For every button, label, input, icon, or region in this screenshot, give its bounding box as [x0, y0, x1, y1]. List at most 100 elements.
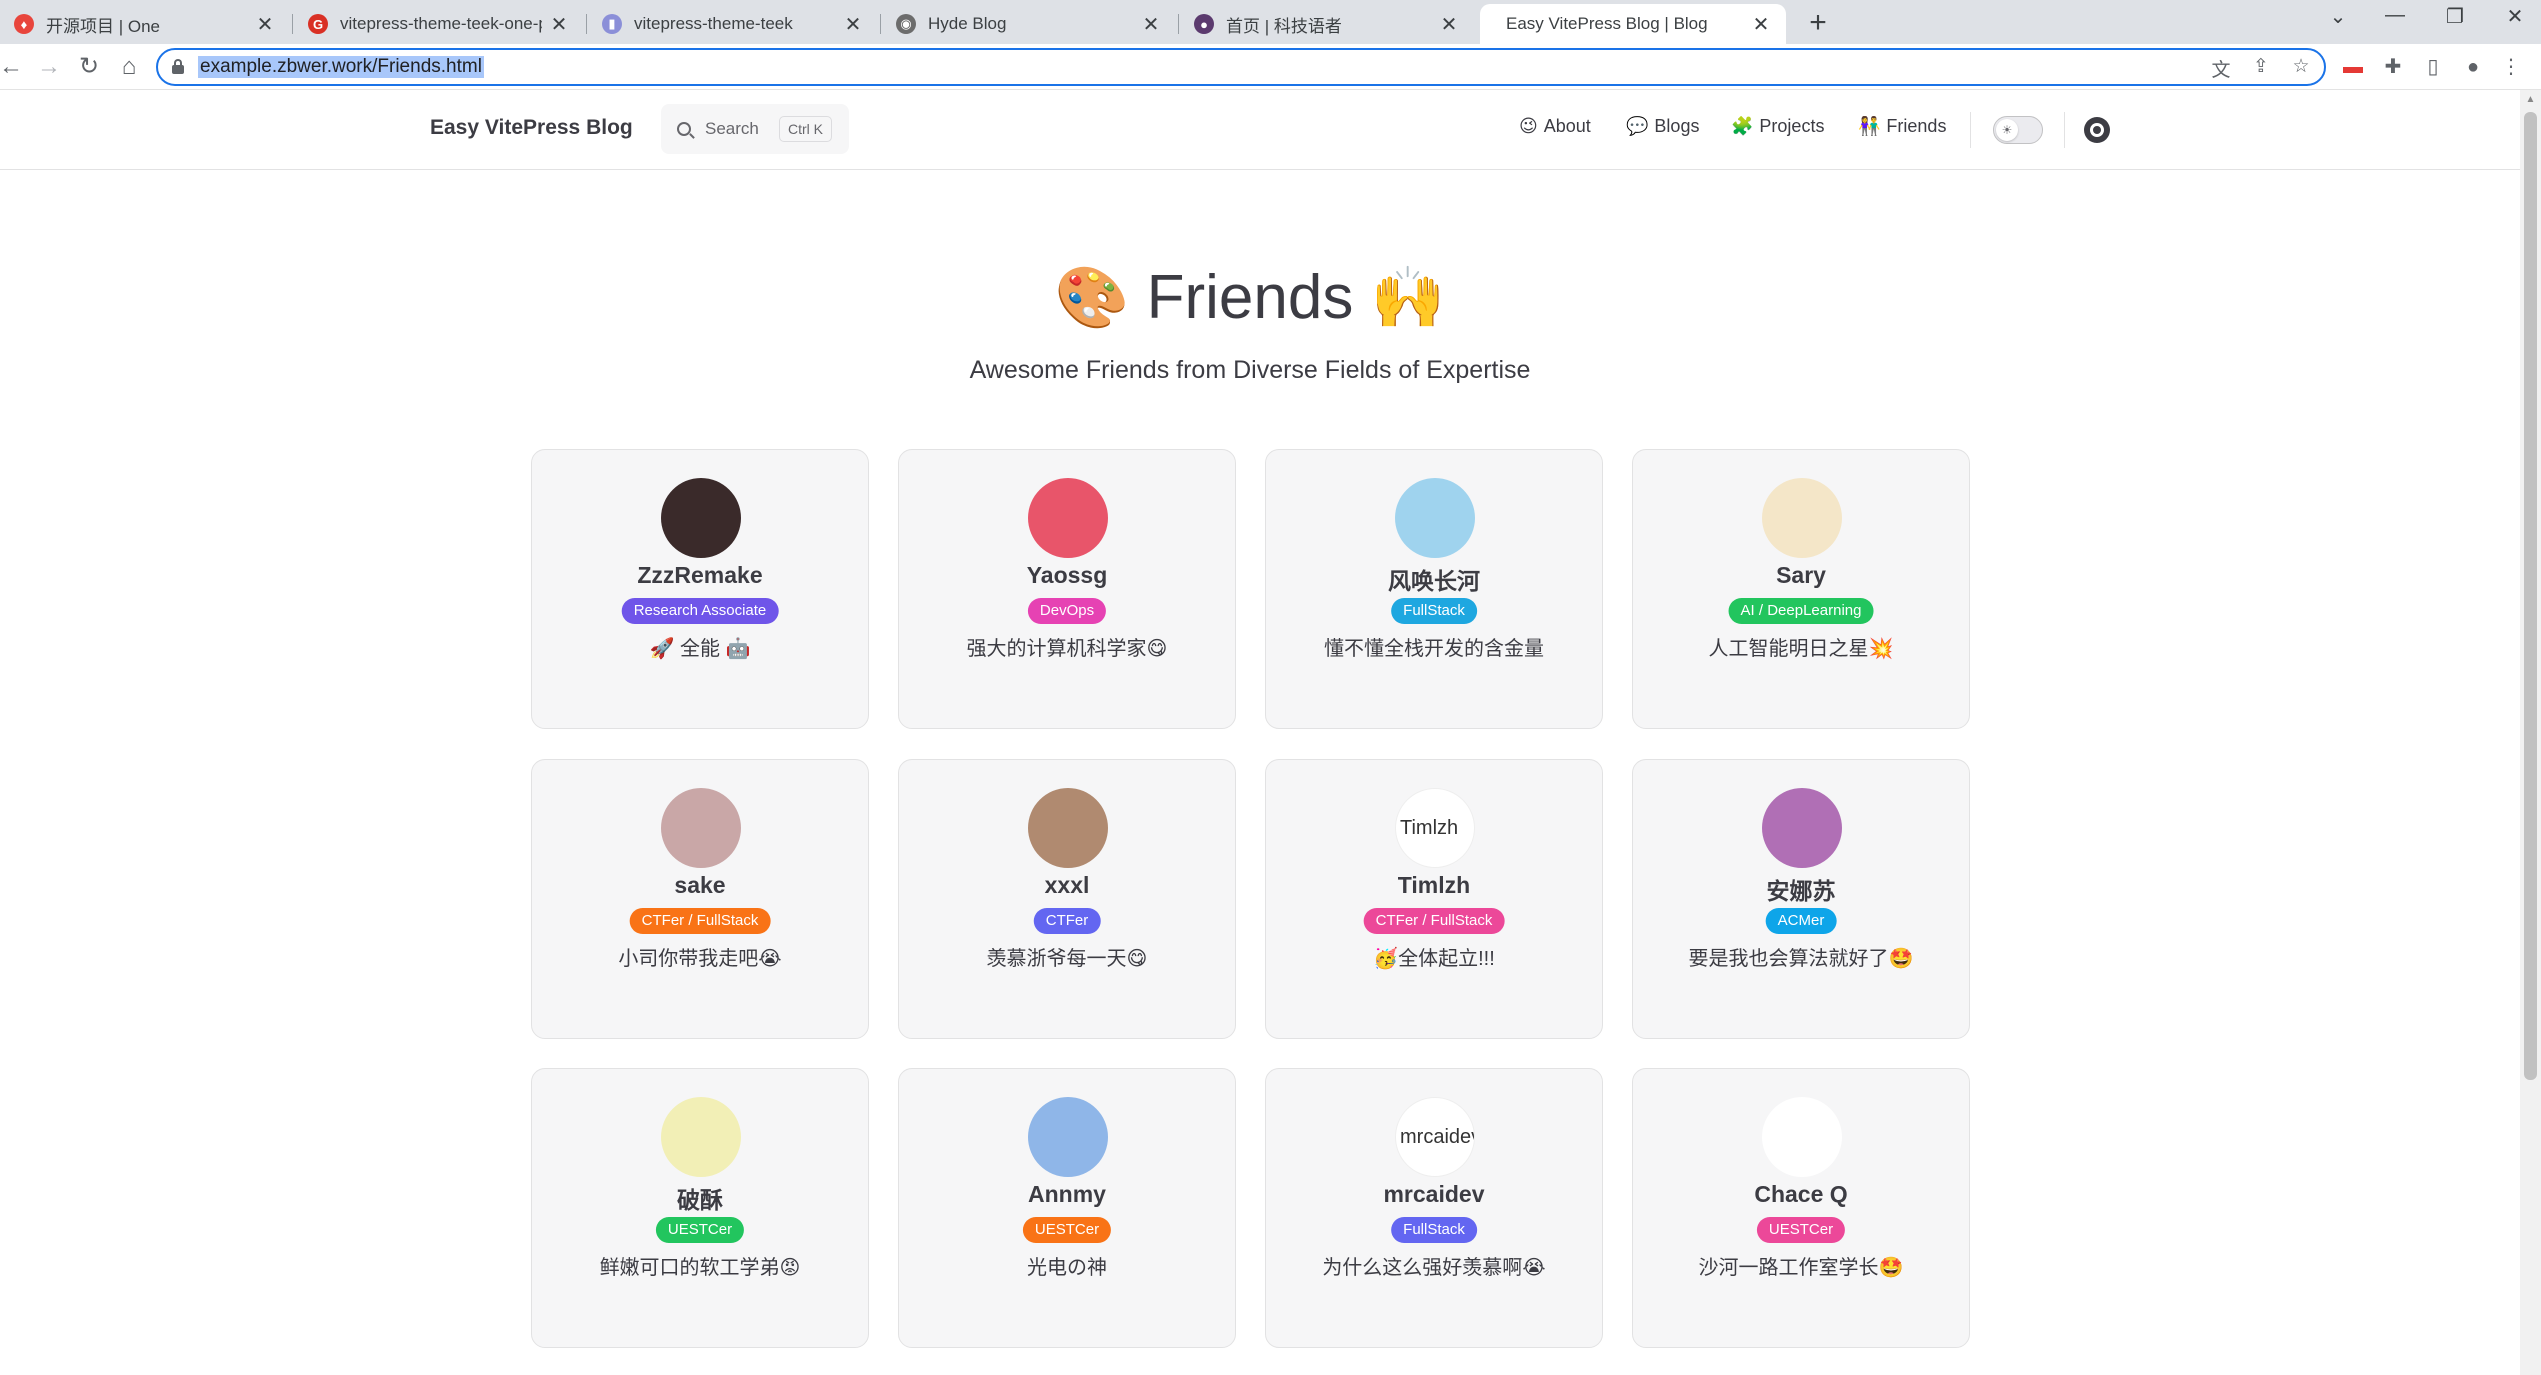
browser-tab-3[interactable]: ▮ vitepress-theme-teek ✕ [588, 4, 878, 44]
friend-description: 沙河一路工作室学长🤩 [1698, 1257, 1904, 1279]
profile-avatar-icon[interactable]: ● [2458, 52, 2488, 82]
scrollbar-thumb[interactable] [2524, 112, 2537, 1080]
friend-card[interactable]: 风唤长河 FullStack 懂不懂全栈开发的含金量 [1265, 449, 1603, 729]
nav-about[interactable]: 😉 About [1519, 116, 1591, 137]
browser-tab-1[interactable]: ♦ 开源项目 | One ✕ [0, 4, 290, 44]
tab-title: Easy VitePress Blog | Blog [1506, 14, 1708, 33]
back-arrow-icon[interactable]: ← [0, 50, 28, 84]
friend-card[interactable]: sake CTFer / FullStack 小司你带我走吧😭 [531, 759, 869, 1039]
side-panel-icon[interactable]: ▯ [2418, 52, 2448, 82]
wink-icon: 😉 [1519, 116, 1538, 136]
tab-close-icon[interactable]: ✕ [1438, 12, 1460, 37]
friend-avatar: mrcaidev [1395, 1097, 1475, 1177]
browser-menu-icon[interactable]: ⋮ [2496, 52, 2526, 82]
friend-name: sake [674, 872, 726, 898]
friend-card[interactable]: Chace Q UESTCer 沙河一路工作室学长🤩 [1632, 1068, 1970, 1348]
tab-close-icon[interactable]: ✕ [842, 12, 864, 37]
tab-title: Hyde Blog [928, 14, 1007, 33]
friend-card[interactable]: mrcaidev mrcaidev FullStack 为什么这么强好羡慕啊😭 [1265, 1068, 1603, 1348]
nav-blogs-label: Blogs [1654, 116, 1700, 136]
friend-description: 羡慕浙爷每一天😋 [986, 948, 1148, 970]
friend-description: 鲜嫩可口的软工学弟😡 [599, 1257, 801, 1279]
browser-tab-5[interactable]: ● 首页 | 科技语者 ✕ [1180, 4, 1474, 44]
home-icon[interactable]: ⌂ [112, 50, 146, 84]
speech-bubble-icon: 💬 [1626, 116, 1649, 136]
friend-tag: DevOps [1027, 598, 1107, 624]
nav-divider [1970, 112, 1971, 148]
friend-description: 为什么这么强好羡慕啊😭 [1322, 1257, 1546, 1279]
browser-tab-2[interactable]: G vitepress-theme-teek-one-pub ✕ [294, 4, 584, 44]
friend-card[interactable]: Yaossg DevOps 强大的计算机科学家😋 [898, 449, 1236, 729]
search-button[interactable]: Search Ctrl K [661, 104, 849, 154]
friend-card[interactable]: xxxl CTFer 羡慕浙爷每一天😋 [898, 759, 1236, 1039]
tab-close-icon[interactable]: ✕ [548, 12, 570, 37]
extensions-puzzle-icon[interactable]: ✚ [2378, 52, 2408, 82]
site-navbar: Easy VitePress Blog Search Ctrl K 😉 Abou… [0, 90, 2520, 170]
extension-red-icon[interactable]: ▬ [2338, 52, 2368, 82]
nav-projects-label: Projects [1759, 116, 1825, 136]
site-brand[interactable]: Easy VitePress Blog [430, 116, 633, 140]
nav-projects[interactable]: 🧩 Projects [1731, 116, 1824, 137]
friend-tag: CTFer [1033, 908, 1101, 934]
friend-tag: FullStack [1391, 598, 1477, 624]
friend-tag: ACMer [1765, 908, 1837, 934]
search-label: Search [705, 119, 759, 138]
friend-name: xxxl [1044, 872, 1090, 898]
translate-icon[interactable]: 文 [2208, 55, 2234, 82]
nav-friends[interactable]: 👫 Friends [1858, 116, 1946, 137]
search-icon [677, 122, 691, 136]
tab-favicon-icon: ◉ [896, 14, 916, 34]
browser-tab-4[interactable]: ◉ Hyde Blog ✕ [882, 4, 1176, 44]
reload-icon[interactable]: ↻ [72, 50, 106, 84]
tab-title: 开源项目 | One [46, 16, 160, 36]
friend-tag: CTFer / FullStack [1363, 908, 1505, 934]
friend-card[interactable]: 安娜苏 ACMer 要是我也会算法就好了🤩 [1632, 759, 1970, 1039]
friend-card[interactable]: Sary AI / DeepLearning 人工智能明日之星💥 [1632, 449, 1970, 729]
tab-title: 首页 | 科技语者 [1226, 16, 1342, 36]
tab-favicon-icon: ▮ [602, 14, 622, 34]
page-scrollbar[interactable]: ▲ [2520, 90, 2541, 1375]
window-close-icon[interactable]: ✕ [2495, 4, 2535, 29]
browser-tab-active[interactable]: Easy VitePress Blog | Blog ✕ [1480, 4, 1786, 44]
friend-avatar [661, 788, 741, 868]
tab-close-icon[interactable]: ✕ [1750, 12, 1772, 37]
friend-tag: UESTCer [1022, 1217, 1112, 1243]
nav-blogs[interactable]: 💬 Blogs [1626, 116, 1699, 137]
tab-favicon-icon: G [308, 14, 328, 34]
tab-title: vitepress-theme-teek-one-pub [340, 14, 542, 33]
tab-search-chevron-icon[interactable]: ⌄ [2318, 4, 2358, 29]
friend-tag: AI / DeepLearning [1728, 598, 1874, 624]
forward-arrow-icon[interactable]: → [32, 50, 66, 84]
friend-avatar [1762, 1097, 1842, 1177]
scroll-up-arrow-icon[interactable]: ▲ [2520, 94, 2541, 105]
bookmark-star-icon[interactable]: ☆ [2288, 55, 2314, 78]
friend-tag: UESTCer [655, 1217, 745, 1243]
dark-mode-toggle[interactable]: ☀ [1993, 116, 2043, 144]
friend-name: Sary [1776, 562, 1826, 588]
friend-avatar [1395, 478, 1475, 558]
lock-icon [172, 59, 184, 74]
friend-card[interactable]: ZzzRemake Research Associate 🚀 全能 🤖 [531, 449, 869, 729]
friend-tag: UESTCer [1756, 1217, 1846, 1243]
friend-card[interactable]: 破酥 UESTCer 鲜嫩可口的软工学弟😡 [531, 1068, 869, 1348]
tab-close-icon[interactable]: ✕ [1140, 12, 1162, 37]
friend-avatar [1028, 478, 1108, 558]
github-icon[interactable] [2084, 117, 2110, 143]
friend-name: Chace Q [1754, 1181, 1848, 1207]
new-tab-button[interactable]: + [1800, 6, 1836, 40]
minimize-icon[interactable]: — [2375, 4, 2415, 27]
friend-name: mrcaidev [1383, 1181, 1485, 1207]
friend-name: 安娜苏 [1766, 878, 1836, 904]
friend-card[interactable]: Timlzh Timlzh CTFer / FullStack 🥳全体起立!!! [1265, 759, 1603, 1039]
puzzle-icon: 🧩 [1731, 116, 1754, 136]
page-title: 🎨 Friends 🙌 [0, 262, 2500, 333]
share-icon[interactable]: ⇪ [2248, 55, 2274, 78]
tab-close-icon[interactable]: ✕ [254, 12, 276, 37]
address-bar[interactable]: example.zbwer.work/Friends.html 文 ⇪ ☆ [156, 48, 2326, 86]
page-title-text: Friends [1146, 263, 1354, 332]
friend-tag: Research Associate [621, 598, 779, 624]
friend-card[interactable]: Annmy UESTCer 光电の神 [898, 1068, 1236, 1348]
restore-icon[interactable]: ❐ [2435, 4, 2475, 29]
url-text[interactable]: example.zbwer.work/Friends.html [198, 56, 484, 78]
friend-name: Annmy [1028, 1181, 1106, 1207]
